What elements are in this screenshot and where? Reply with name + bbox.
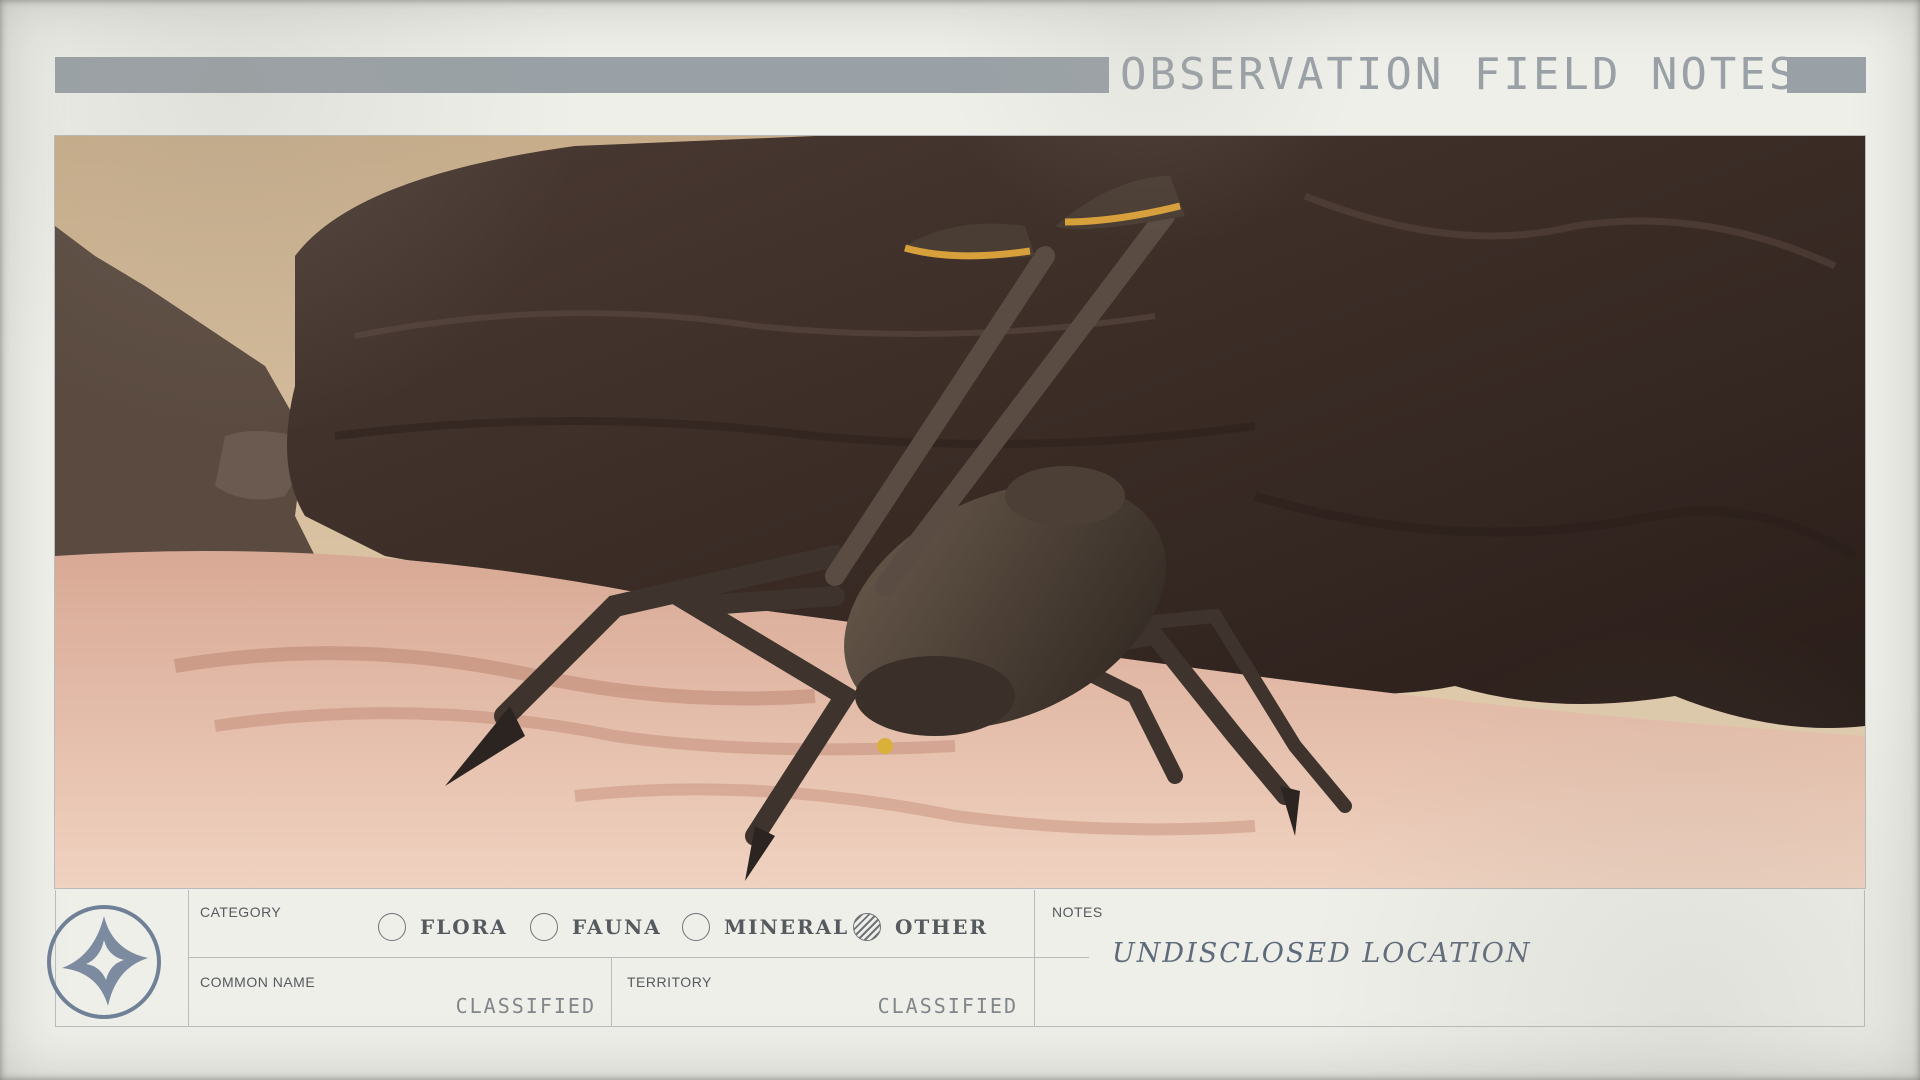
photo-illustration [55, 136, 1865, 888]
category-option-fauna[interactable]: FAUNA [530, 910, 662, 944]
other-radio-checked[interactable] [853, 913, 881, 941]
creature-photo [54, 135, 1866, 889]
mineral-radio[interactable] [682, 913, 710, 941]
form-divider-vertical-notes [1034, 890, 1035, 1027]
flora-radio[interactable] [378, 913, 406, 941]
form-divider-vertical-mid [611, 957, 612, 1027]
flora-label: FLORA [420, 915, 508, 939]
common-name-value: CLASSIFIED [455, 994, 596, 1018]
fauna-radio[interactable] [530, 913, 558, 941]
common-name-label: COMMON NAME [200, 974, 316, 990]
territory-value: CLASSIFIED [877, 994, 1018, 1018]
notes-handwritten-value: UNDISCLOSED LOCATION [1112, 938, 1532, 969]
seal-cell [47, 890, 189, 1027]
form-divider-horizontal [188, 957, 1089, 958]
category-option-flora[interactable]: FLORA [378, 910, 508, 944]
header-bar-left [55, 57, 1109, 93]
mineral-label: MINERAL [724, 915, 850, 939]
category-option-mineral[interactable]: MINERAL [682, 910, 849, 944]
fauna-label: FAUNA [572, 915, 662, 939]
field-notes-card: OBSERVATION FIELD NOTES CATEGORY FLORA F… [0, 0, 1920, 1080]
category-label: CATEGORY [200, 904, 282, 920]
notes-label: NOTES [1052, 904, 1103, 920]
constellation-seal-icon [47, 905, 161, 1019]
observation-form: CATEGORY FLORA FAUNA MINERAL OTHER COMMO… [47, 890, 1865, 1027]
territory-label: TERRITORY [627, 974, 712, 990]
header-bar-right [1787, 57, 1866, 93]
other-label: OTHER [895, 915, 989, 939]
header-title: OBSERVATION FIELD NOTES [1120, 49, 1799, 100]
category-option-other[interactable]: OTHER [853, 910, 988, 944]
